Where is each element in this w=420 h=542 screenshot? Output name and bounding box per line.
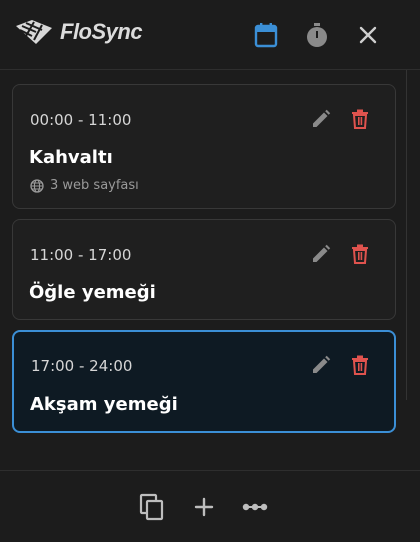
logo-mark-icon — [16, 20, 52, 44]
pencil-icon — [313, 109, 331, 127]
pencil-icon — [313, 355, 331, 373]
calendar-icon — [254, 23, 278, 48]
edit-button[interactable] — [309, 353, 333, 377]
copy-icon — [139, 493, 164, 521]
globe-icon — [30, 178, 44, 193]
close-button[interactable] — [355, 22, 381, 48]
trash-icon — [352, 355, 368, 375]
delete-button[interactable] — [348, 353, 372, 377]
pencil-icon — [313, 244, 331, 262]
schedule-card[interactable]: 11:00 - 17:00 Öğle yemeği — [12, 219, 396, 320]
copy-button[interactable] — [138, 493, 166, 521]
timer-icon — [307, 23, 327, 47]
calendar-button[interactable] — [253, 22, 279, 48]
entry-title: Öğle yemeği — [29, 282, 156, 303]
entry-title: Kahvaltı — [29, 147, 113, 168]
edit-button[interactable] — [309, 107, 333, 131]
close-icon — [359, 26, 377, 44]
timer-button[interactable] — [304, 22, 330, 48]
more-button[interactable] — [241, 493, 269, 521]
app-logo: FloSync — [14, 18, 143, 46]
app-name: FloSync — [60, 19, 143, 44]
panel-divider — [406, 70, 407, 400]
schedule-card-selected[interactable]: 17:00 - 24:00 Akşam yemeği — [12, 330, 396, 433]
time-range: 00:00 - 11:00 — [30, 111, 132, 129]
entry-meta: 3 web sayfası — [30, 178, 139, 193]
more-icon — [242, 503, 268, 511]
time-range: 11:00 - 17:00 — [30, 246, 132, 264]
web-pages-count: 3 web sayfası — [50, 178, 139, 193]
entry-title: Akşam yemeği — [30, 394, 178, 415]
trash-icon — [352, 244, 368, 264]
time-range: 17:00 - 24:00 — [31, 357, 133, 375]
schedule-card[interactable]: 00:00 - 11:00 Kahvaltı 3 web sayfası — [12, 84, 396, 209]
delete-button[interactable] — [348, 242, 372, 266]
trash-icon — [352, 109, 368, 129]
add-icon — [194, 497, 214, 517]
app-header: FloSync — [0, 0, 420, 70]
footer-toolbar — [0, 470, 420, 542]
add-button[interactable] — [190, 493, 218, 521]
delete-button[interactable] — [348, 107, 372, 131]
edit-button[interactable] — [309, 242, 333, 266]
